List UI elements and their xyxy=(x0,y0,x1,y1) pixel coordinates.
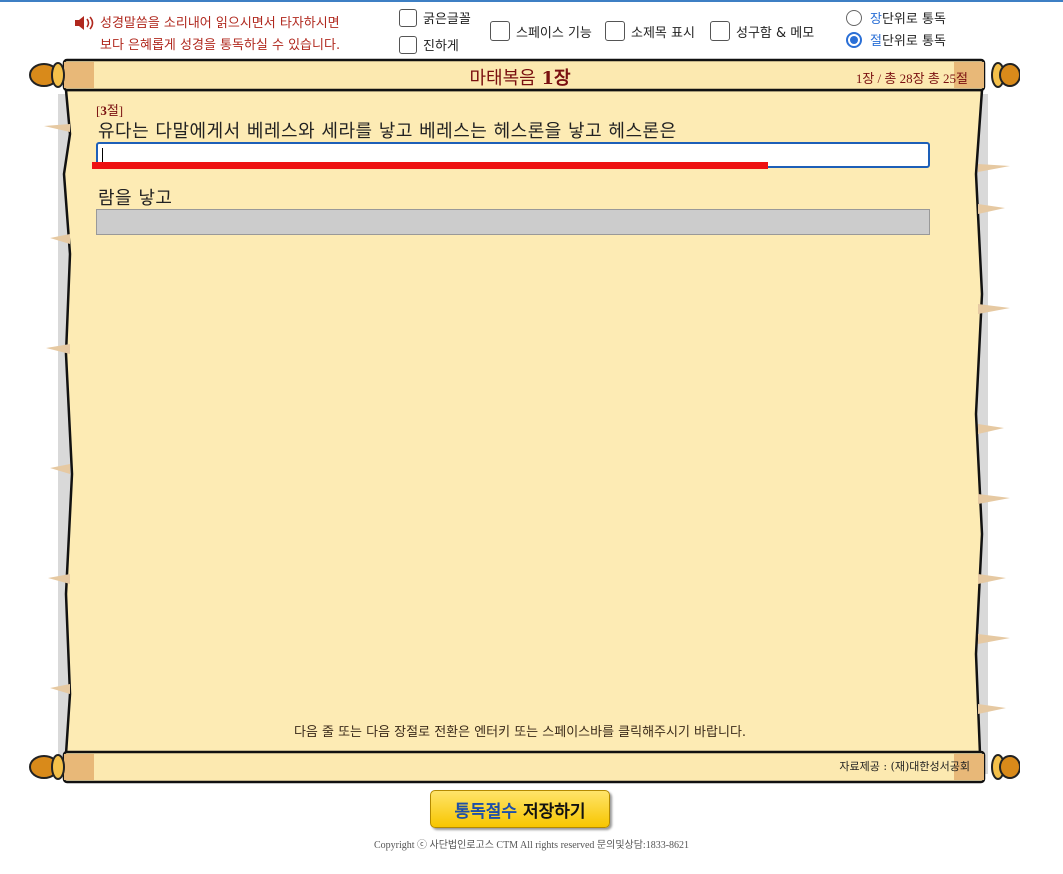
space-feature-option[interactable]: 스페이스 기능 xyxy=(490,21,592,41)
subtitle-display-label: 소제목 표시 xyxy=(631,25,695,41)
notice-line-2: 보다 은혜롭게 성경을 통독하실 수 있습니다. xyxy=(100,38,341,53)
bold-font-checkbox[interactable] xyxy=(399,8,417,27)
text-caret xyxy=(102,148,103,163)
verse-label-close: 절] xyxy=(106,103,124,118)
book-name: 마태복음 xyxy=(469,68,542,89)
verse-unit-option[interactable]: 절 단위로 통독 xyxy=(846,30,946,49)
chapter-unit-prefix: 장 xyxy=(870,12,882,27)
copyright: Copyright ⓒ 사단법인로고스 CTM All rights reser… xyxy=(373,840,690,851)
darker-label: 진하게 xyxy=(423,39,459,54)
typing-progress-bar xyxy=(92,162,768,169)
typing-input-line-2[interactable] xyxy=(96,209,930,235)
navigation-hint: 다음 줄 또는 다음 장절로 전환은 엔터키 또는 스페이스바를 클릭해주시기 … xyxy=(293,725,747,740)
phrase-memo-checkbox[interactable] xyxy=(710,21,730,41)
reading-scroll: 마태복음 1장 1장 / 총 28장 총 25절 [3절] 유다는 다말에게서 … xyxy=(20,54,1020,788)
chapter-unit-label: 단위로 통독 xyxy=(881,12,946,27)
source-credit: 자료제공 : (재)대한성서공회 xyxy=(839,760,970,773)
space-feature-checkbox[interactable] xyxy=(490,21,510,41)
subtitle-display-option[interactable]: 소제목 표시 xyxy=(605,21,695,41)
subtitle-display-checkbox[interactable] xyxy=(605,21,625,41)
darker-checkbox[interactable] xyxy=(399,35,417,54)
phrase-memo-option[interactable]: 성구함 & 메모 xyxy=(710,21,814,41)
verse-line-1: 유다는 다말에게서 베레스와 세라를 낳고 베레스는 헤스론을 낳고 헤스론은 xyxy=(98,121,677,142)
phrase-memo-label: 성구함 & 메모 xyxy=(736,25,815,41)
top-border xyxy=(0,0,1063,2)
darker-option[interactable]: 진하게 xyxy=(399,35,459,54)
bold-font-option[interactable]: 굵은글꼴 xyxy=(399,8,471,27)
verse-unit-radio[interactable] xyxy=(846,31,862,48)
save-button-label-1: 통독절수 xyxy=(454,801,517,822)
save-reading-button[interactable]: 통독절수 저장하기 xyxy=(430,790,610,828)
chapter-name: 1장 xyxy=(541,68,571,89)
chapter-unit-option[interactable]: 장 단위로 통독 xyxy=(846,8,946,27)
chapter-verse-count: 1장 / 총 28장 총 25절 xyxy=(855,71,968,86)
verse-unit-label: 단위로 통독 xyxy=(881,34,946,49)
chapter-unit-radio[interactable] xyxy=(846,9,862,26)
verse-unit-prefix: 절 xyxy=(870,34,882,49)
verse-line-2: 람을 낳고 xyxy=(98,188,173,209)
notice-line-1: 성경말씀을 소리내어 읽으시면서 타자하시면 xyxy=(100,16,340,31)
speaker-icon xyxy=(75,16,94,30)
bold-font-label: 굵은글꼴 xyxy=(423,12,471,27)
save-button-label-2: 저장하기 xyxy=(523,801,586,822)
space-feature-label: 스페이스 기능 xyxy=(516,25,592,41)
